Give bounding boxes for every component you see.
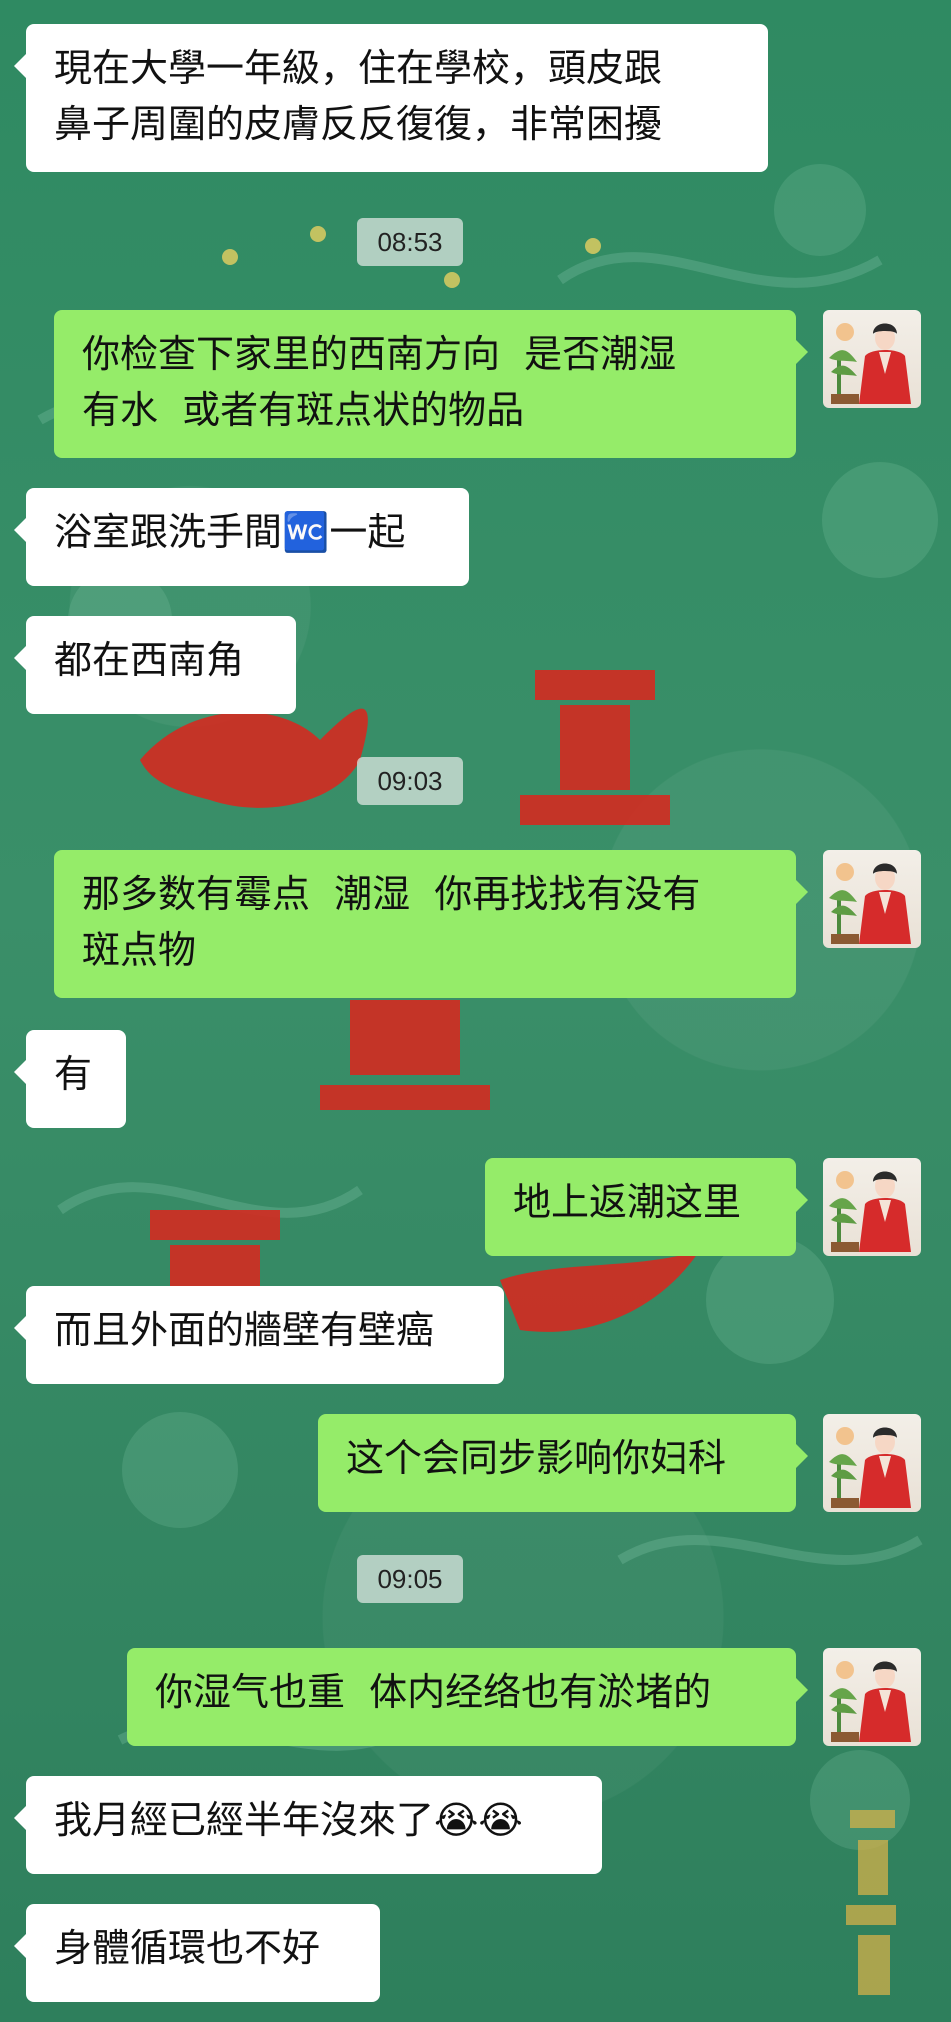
message-bubble-received[interactable]: 都在西南角 — [14, 616, 296, 714]
chat-message-list[interactable]: 現在大學一年級，住在學校，頭皮跟 鼻子周圍的皮膚反反復復，非常困擾 08:53 … — [0, 0, 951, 2022]
avatar-icon[interactable] — [823, 850, 921, 948]
message-bubble-sent[interactable]: 地上返潮这里 — [485, 1158, 808, 1256]
woman-in-red-dress-avatar-icon — [829, 1661, 911, 1742]
woman-in-red-dress-avatar-icon — [829, 1427, 911, 1508]
timestamp-label: 09:05 — [357, 1555, 463, 1603]
message-bubble-received[interactable]: 浴室跟洗手間🚾一起 — [14, 488, 469, 586]
message-bubble-sent[interactable]: 这个会同步影响你妇科 — [318, 1414, 808, 1512]
woman-in-red-dress-avatar-icon — [829, 323, 911, 404]
avatar-icon[interactable] — [823, 1414, 921, 1512]
message-bubble-received[interactable]: 而且外面的牆壁有壁癌 — [14, 1286, 504, 1384]
woman-in-red-dress-avatar-icon — [829, 1171, 911, 1252]
message-bubble-sent[interactable]: 那多数有霉点 潮湿 你再找找有没有 斑点物 — [54, 850, 808, 998]
avatar-icon[interactable] — [823, 1648, 921, 1746]
woman-in-red-dress-avatar-icon — [829, 863, 911, 944]
message-bubble-received[interactable]: 現在大學一年級，住在學校，頭皮跟 鼻子周圍的皮膚反反復復，非常困擾 — [14, 24, 768, 172]
message-bubble-received[interactable]: 我月經已經半年沒來了😭😭 — [14, 1776, 602, 1874]
avatar-icon[interactable] — [823, 310, 921, 408]
message-bubble-received[interactable]: 身體循環也不好 — [14, 1904, 380, 2002]
avatar-icon[interactable] — [823, 1158, 921, 1256]
message-bubble-sent[interactable]: 你湿气也重 体内经络也有淤堵的 — [127, 1648, 808, 1746]
timestamp-label: 09:03 — [357, 757, 463, 805]
message-bubble-sent[interactable]: 你检查下家里的西南方向 是否潮湿 有水 或者有斑点状的物品 — [54, 310, 808, 458]
timestamp-label: 08:53 — [357, 218, 463, 266]
message-bubble-received[interactable]: 有 — [14, 1030, 126, 1128]
